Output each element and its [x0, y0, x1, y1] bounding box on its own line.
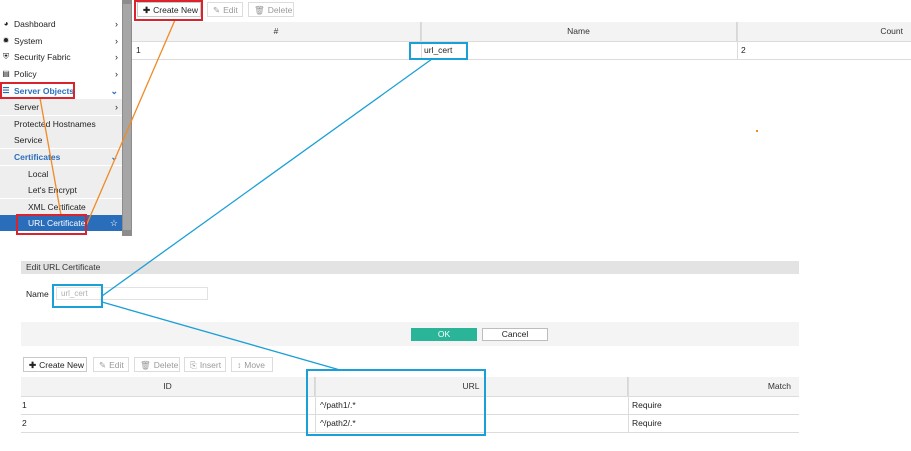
- highlight-url-certificate: [16, 214, 87, 235]
- blue-connector-line: [101, 58, 433, 297]
- highlight-create-new: [134, 0, 203, 21]
- orange-connector-line: [39, 97, 62, 216]
- orange-connector-line: [85, 19, 176, 227]
- highlight-url-cert-row: [409, 42, 468, 60]
- blue-connector-line: [101, 301, 341, 371]
- highlight-server-objects: [0, 82, 75, 99]
- highlight-name-input: [52, 284, 103, 308]
- highlight-url-column: [306, 369, 486, 436]
